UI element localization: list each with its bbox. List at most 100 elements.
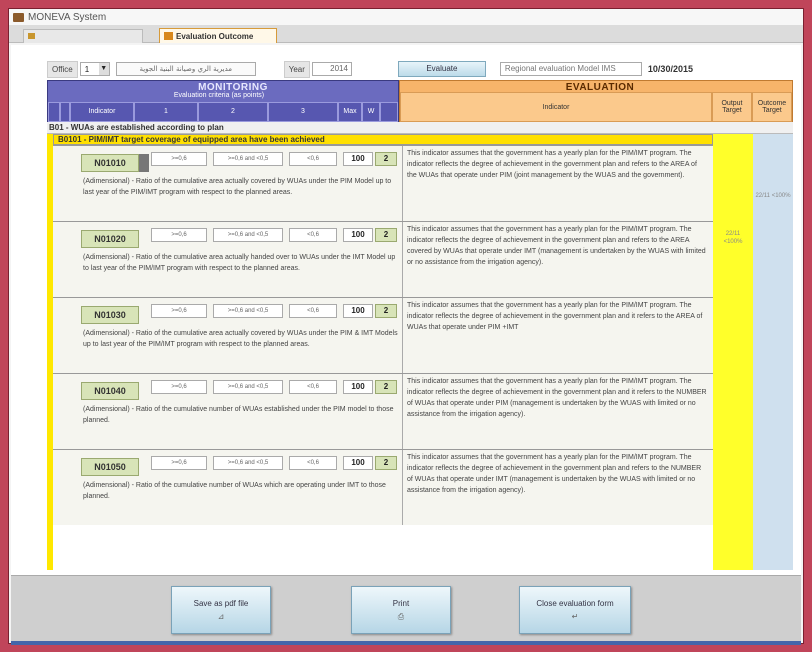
print-label: Print <box>392 599 410 608</box>
max-value: 100 <box>343 304 373 318</box>
criterion-2: >=0,6 and <0,5 <box>213 228 283 242</box>
criterion-3: <0,6 <box>289 152 337 166</box>
weight-value: 2 <box>375 152 397 166</box>
col-indicator: Indicator <box>70 102 134 122</box>
weight-value: 2 <box>375 456 397 470</box>
criterion-1: >=0,6 <box>151 304 207 318</box>
evaluation-text: This indicator assumes that the governme… <box>407 226 706 266</box>
max-value: 100 <box>343 228 373 242</box>
weight-value: 2 <box>375 228 397 242</box>
indicator-row: N01030 >=0,6 >=0,6 and <0,5 <0,6 100 2 (Adimen… <box>53 297 713 373</box>
monitoring-header: MONITORING Evaluation criteria (as point… <box>47 80 399 122</box>
office-select[interactable]: 1 ▼ <box>79 62 110 76</box>
criterion-1: >=0,6 <box>151 228 207 242</box>
output-target-column: 22/11 <100% <box>713 134 753 570</box>
row-monitoring: N01010 >=0,6 >=0,6 and <0,5 <0,6 100 2 (Adimen… <box>53 146 403 221</box>
evaluation-text: This indicator assumes that the governme… <box>407 454 702 494</box>
col-criterion-3: 3 <box>268 102 338 122</box>
weight-value: 2 <box>375 304 397 318</box>
close-label: Close evaluation form <box>536 599 614 608</box>
criterion-2: >=0,6 and <0,5 <box>213 304 283 318</box>
outcome-target-value: 22/11 <100% <box>755 193 791 199</box>
criterion-2: >=0,6 and <0,5 <box>213 152 283 166</box>
office-name-field: مديرية الري وصيانة البنية الجوية <box>115 62 256 76</box>
row-monitoring: N01020 >=0,6 >=0,6 and <0,5 <0,6 100 2 (Adimen… <box>53 222 403 297</box>
row-monitoring: N01050 >=0,6 >=0,6 and <0,5 <0,6 100 2 (Adimen… <box>53 450 403 525</box>
office-value: 1 <box>84 64 90 74</box>
indicator-description: (Adimensional) - Ratio of the cumulative… <box>83 482 386 500</box>
output-target-value: 22/11 <100% <box>723 231 743 245</box>
tab-strip: Evaluation Outcome <box>9 25 803 43</box>
criterion-1: >=0,6 <box>151 456 207 470</box>
indicator-code[interactable]: N01010 <box>81 154 139 172</box>
year-field[interactable]: 2014 <box>311 62 352 76</box>
indicator-code[interactable]: N01040 <box>81 382 139 400</box>
indicator-code[interactable]: N01030 <box>81 306 139 324</box>
col-max: Max <box>338 102 362 122</box>
indicator-code[interactable]: N01020 <box>81 230 139 248</box>
indicator-code[interactable]: N01050 <box>81 458 139 476</box>
evaluation-text: This indicator assumes that the governme… <box>407 378 707 418</box>
section-header: B01 - WUAs are established according to … <box>47 122 793 134</box>
tab-evaluation-outcome[interactable]: Evaluation Outcome <box>159 28 277 43</box>
col-criterion-1: 1 <box>134 102 198 122</box>
indicator-row: N01050 >=0,6 >=0,6 and <0,5 <0,6 100 2 (Adimen… <box>53 449 713 525</box>
tab-label: Evaluation Outcome <box>176 31 254 41</box>
window-title: MONEVA System <box>28 11 107 23</box>
app-window: MONEVA System Evaluation Outcome Office … <box>8 8 804 645</box>
col-outcome-target: Outcome Target <box>752 92 792 122</box>
app-icon <box>13 12 24 22</box>
pdf-icon: ⊿ <box>217 612 225 621</box>
outcome-target-column: 22/11 <100% <box>753 134 793 570</box>
criteria-title: Evaluation criteria (as points) <box>173 92 265 99</box>
filter-toolbar: Office 1 ▼ مديرية الري وصيانة البنية الج… <box>47 59 793 79</box>
criterion-3: <0,6 <box>289 456 337 470</box>
criterion-1: >=0,6 <box>151 152 207 166</box>
evaluation-text: This indicator assumes that the governme… <box>407 150 697 179</box>
col-w: W <box>362 102 380 122</box>
max-value: 100 <box>343 380 373 394</box>
indicator-description: (Adimensional) - Ratio of the cumulative… <box>83 178 392 196</box>
indicator-row: N01010 >=0,6 >=0,6 and <0,5 <0,6 100 2 (Adimen… <box>53 145 713 221</box>
print-button[interactable]: Print ⎙ <box>351 586 451 634</box>
row-monitoring: N01040 >=0,6 >=0,6 and <0,5 <0,6 100 2 (Adimen… <box>53 374 403 449</box>
tab-other[interactable] <box>23 29 143 43</box>
indicator-row: N01040 >=0,6 >=0,6 and <0,5 <0,6 100 2 (Adimen… <box>53 373 713 449</box>
form-icon <box>28 33 35 39</box>
form-icon <box>164 32 173 40</box>
col-criterion-2: 2 <box>198 102 268 122</box>
criterion-3: <0,6 <box>289 228 337 242</box>
criterion-2: >=0,6 and <0,5 <box>213 380 283 394</box>
save-pdf-label: Save as pdf file <box>193 599 249 608</box>
weight-value: 2 <box>375 380 397 394</box>
subsection-header: B0101 - PIM/IMT target coverage of equip… <box>53 134 713 145</box>
model-field: Regional evaluation Model IMS <box>499 62 642 76</box>
year-label: Year <box>283 60 310 78</box>
criterion-2: >=0,6 and <0,5 <box>213 456 283 470</box>
taskbar <box>11 641 801 645</box>
close-form-button[interactable]: Close evaluation form ↵ <box>519 586 631 634</box>
indicator-description: (Adimensional) - Ratio of the cumulative… <box>83 254 396 272</box>
max-value: 100 <box>343 456 373 470</box>
indicator-description: (Adimensional) - Ratio of the cumulative… <box>83 406 394 424</box>
date-value: 10/30/2015 <box>647 64 693 74</box>
row-selector[interactable] <box>139 154 149 172</box>
evaluation-header: EVALUATION Indicator Output Target Outco… <box>399 80 793 122</box>
col-eval-indicator: Indicator <box>400 92 712 122</box>
evaluation-text: This indicator assumes that the governme… <box>407 302 703 331</box>
indicator-row: N01020 >=0,6 >=0,6 and <0,5 <0,6 100 2 (Adimen… <box>53 221 713 297</box>
title-bar: MONEVA System <box>9 9 803 25</box>
print-icon: ⎙ <box>397 612 405 621</box>
col-vertical-2 <box>60 102 70 122</box>
save-pdf-button[interactable]: Save as pdf file ⊿ <box>171 586 271 634</box>
indicator-description: (Adimensional) - Ratio of the cumulative… <box>83 330 398 348</box>
criterion-3: <0,6 <box>289 304 337 318</box>
col-vertical-1 <box>48 102 60 122</box>
bottom-bar: Save as pdf file ⊿ Print ⎙ Close evaluat… <box>11 575 801 641</box>
col-extra <box>380 102 398 122</box>
criterion-3: <0,6 <box>289 380 337 394</box>
row-monitoring: N01030 >=0,6 >=0,6 and <0,5 <0,6 100 2 (Adimen… <box>53 298 403 373</box>
col-output-target: Output Target <box>712 92 752 122</box>
chevron-down-icon[interactable]: ▼ <box>98 63 109 75</box>
evaluate-button[interactable]: Evaluate <box>397 61 486 77</box>
